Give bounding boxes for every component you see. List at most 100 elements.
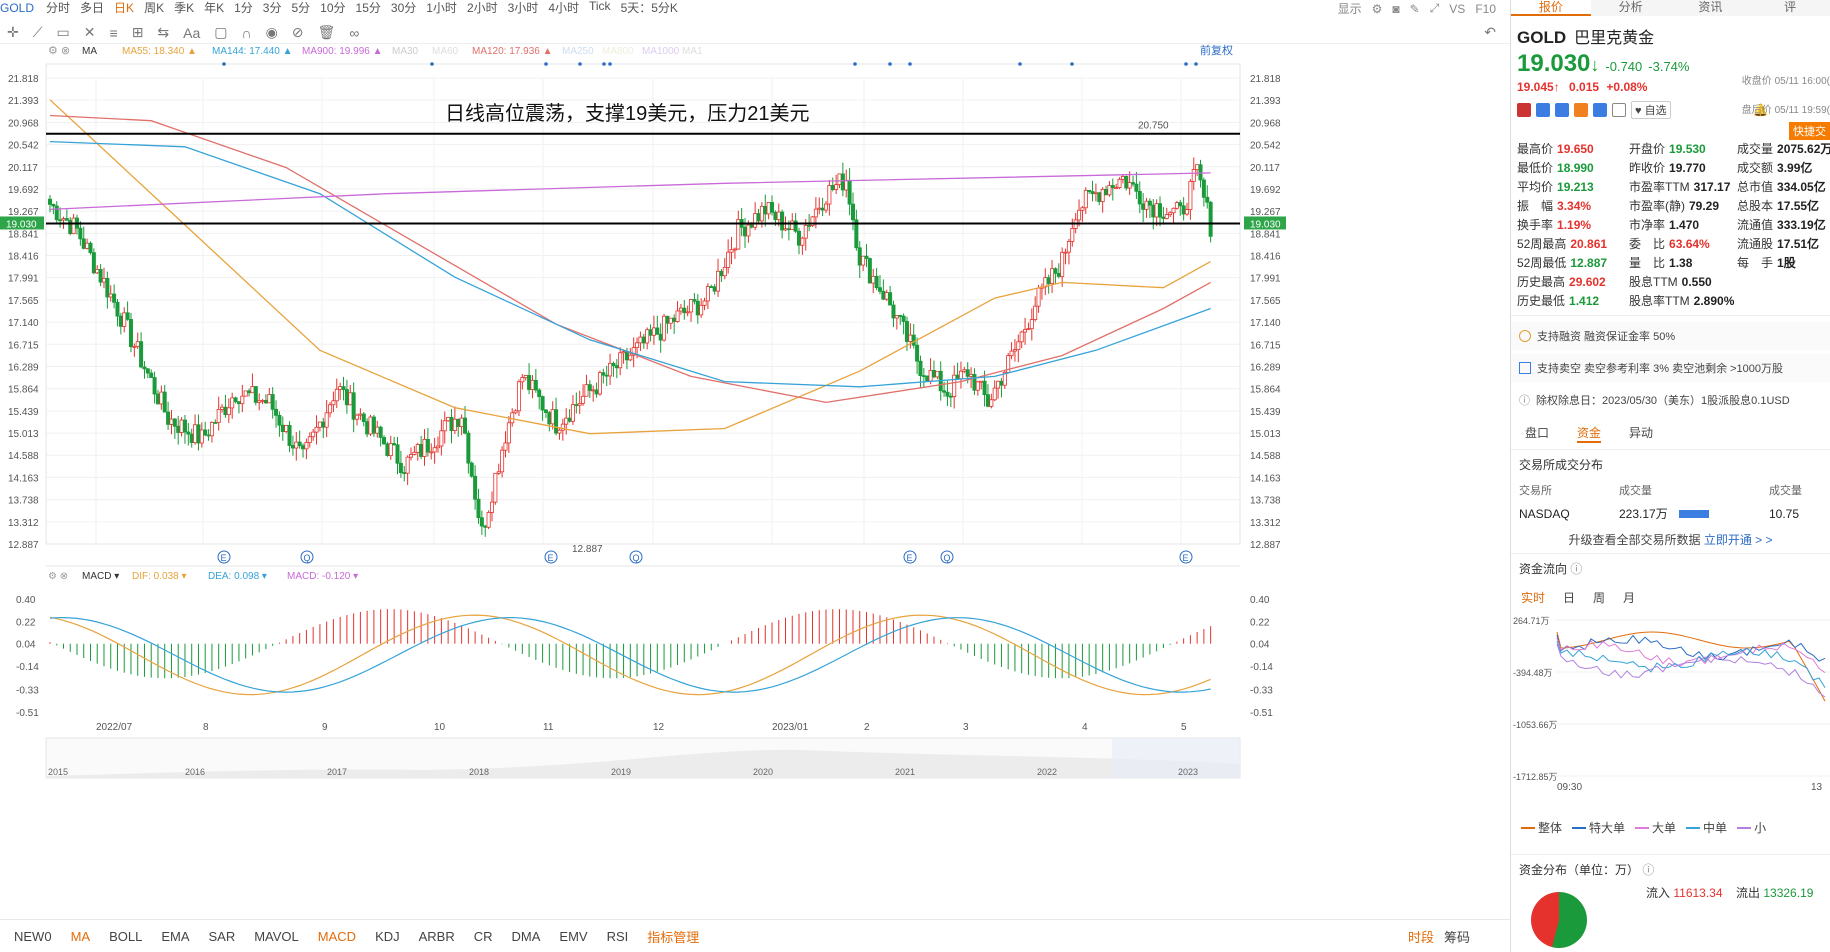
display-menu[interactable]: 显示 (1338, 0, 1362, 15)
indicator-cr[interactable]: CR (474, 929, 493, 944)
lightning-icon[interactable] (1536, 103, 1550, 117)
indicator-new0[interactable]: NEW0 (14, 929, 52, 944)
period-9[interactable]: 10分 (320, 0, 345, 15)
ma-legend-item: MA120: 17.936 ▲ (472, 46, 553, 57)
flag-icon[interactable] (1517, 103, 1531, 117)
candle-body (344, 389, 349, 406)
candle-body (483, 525, 488, 528)
period-15[interactable]: 4小时 (548, 0, 579, 15)
period-8[interactable]: 5分 (291, 0, 310, 15)
candle-body (412, 451, 417, 455)
chips-button[interactable]: 筹码 (1444, 927, 1470, 946)
stat-cell: 委 比 63.64% (1629, 237, 1710, 251)
period-0[interactable]: 分时 (46, 0, 70, 15)
tab-comments[interactable]: 评 (1750, 0, 1830, 16)
candle-body (1137, 190, 1142, 205)
indicator-rsi[interactable]: RSI (607, 929, 629, 944)
text-tool-icon[interactable]: Aa (183, 25, 200, 41)
period-12[interactable]: 1小时 (426, 0, 457, 15)
period-4[interactable]: 季K (174, 0, 194, 15)
indicator-kdj[interactable]: KDJ (375, 929, 400, 944)
indicator-ma[interactable]: MA (71, 929, 91, 944)
flow-tab-month[interactable]: 月 (1623, 589, 1635, 606)
adjust-button[interactable]: 前复权 (1200, 44, 1233, 57)
period-10[interactable]: 15分 (356, 0, 381, 15)
lock-icon[interactable]: ⊘ (292, 24, 304, 41)
eye-icon[interactable]: ◉ (266, 24, 278, 41)
camera-icon[interactable]: ◙ (1392, 2, 1399, 16)
upgrade-link[interactable]: 立即开通 > > (1704, 533, 1773, 547)
indicator-dma[interactable]: DMA (512, 929, 541, 944)
doc-icon[interactable] (1612, 103, 1626, 117)
candle-body (216, 409, 221, 423)
period-2[interactable]: 日K (114, 0, 134, 15)
crosshair-icon[interactable]: ✛ (7, 24, 19, 41)
ma-legend-item: MA800 (602, 46, 634, 57)
period-11[interactable]: 30分 (391, 0, 416, 15)
tab-movements[interactable]: 异动 (1629, 424, 1653, 443)
candle-body (915, 344, 920, 362)
tab-analysis[interactable]: 分析 (1591, 0, 1671, 16)
flow-tab-week[interactable]: 周 (1593, 589, 1605, 606)
period-3[interactable]: 周K (144, 0, 164, 15)
candle-body (68, 219, 73, 235)
tab-news[interactable]: 资讯 (1671, 0, 1751, 16)
price-tick-right: 17.565 (1250, 296, 1281, 307)
indicator-manager-button[interactable]: 指标管理 (647, 927, 699, 946)
indicator-mavol[interactable]: MAVOL (254, 929, 299, 944)
indicator-emv[interactable]: EMV (559, 929, 587, 944)
watchlist-button[interactable]: ♥ 自选 (1631, 101, 1671, 119)
flow-tab-day[interactable]: 日 (1563, 589, 1575, 606)
chat-icon[interactable] (1593, 103, 1607, 117)
period-17[interactable]: 5天：5分K (621, 0, 678, 15)
link-icon[interactable]: ∞ (349, 25, 359, 41)
expand-icon[interactable]: ⤢ (1430, 1, 1440, 15)
gear-icon[interactable]: ⚙ (1372, 2, 1383, 16)
fib-tool-icon[interactable]: ✕ (84, 24, 96, 41)
rss-icon[interactable] (1574, 103, 1588, 117)
indicator-macd[interactable]: MACD (318, 929, 356, 944)
tab-funds[interactable]: 资金 (1577, 424, 1602, 443)
period-16[interactable]: Tick (589, 0, 611, 15)
magnet-icon[interactable]: ∩ (242, 25, 252, 41)
flow-tab-realtime[interactable]: 实时 (1521, 589, 1545, 606)
indicator-boll[interactable]: BOLL (109, 929, 142, 944)
period-13[interactable]: 2小时 (467, 0, 498, 15)
period-6[interactable]: 1分 (234, 0, 253, 15)
panel-tabs: 报价 分析 资讯 评 (1511, 0, 1830, 16)
date-tick: 2023/01 (772, 722, 809, 733)
pencil-icon[interactable]: ✎ (1410, 2, 1420, 16)
undo-icon[interactable]: ↶ (1484, 24, 1496, 41)
period-1[interactable]: 多日 (80, 0, 104, 15)
f10-button[interactable]: F10 (1475, 2, 1496, 16)
measure-tool-icon[interactable]: ⊞ (132, 24, 144, 41)
candle-body (682, 307, 687, 314)
arrow-tool-icon[interactable]: ⇆ (157, 24, 169, 41)
kline-chart[interactable]: ⚙ ⊗ MA MA55: 18.340 ▲ MA144: 17.440 ▲ MA900:… (0, 44, 1510, 924)
tab-orderbook[interactable]: 盘口 (1525, 424, 1549, 443)
period-14[interactable]: 3小时 (508, 0, 539, 15)
indicator-arbr[interactable]: ARBR (419, 929, 455, 944)
indicator-ema[interactable]: EMA (161, 929, 189, 944)
indicator-sar[interactable]: SAR (208, 929, 235, 944)
line-tool-icon[interactable]: ⟋ (33, 24, 43, 41)
s-icon[interactable] (1555, 103, 1569, 117)
rect-tool-icon[interactable]: ▭ (57, 24, 70, 41)
candle-body (253, 386, 258, 403)
trash-icon[interactable]: 🗑 (318, 24, 336, 41)
info-icon[interactable]: ⓘ (1642, 863, 1654, 877)
tab-quote[interactable]: 报价 (1511, 0, 1591, 16)
price-tick-left: 15.864 (8, 385, 39, 396)
candle-body (702, 300, 707, 306)
channel-tool-icon[interactable]: ≡ (110, 25, 118, 41)
info-icon[interactable]: ⓘ (1570, 562, 1582, 576)
symbol-label[interactable]: GOLD (0, 1, 34, 15)
vs-button[interactable]: VS (1449, 2, 1465, 16)
period-7[interactable]: 3分 (263, 0, 282, 15)
note-tool-icon[interactable]: ▢ (214, 24, 227, 41)
candle-body (847, 179, 852, 205)
candle-body (260, 400, 265, 402)
period-5[interactable]: 年K (204, 0, 224, 15)
session-button[interactable]: 时段 (1408, 927, 1434, 946)
quick-trade-button[interactable]: 快捷交 (1789, 122, 1830, 140)
